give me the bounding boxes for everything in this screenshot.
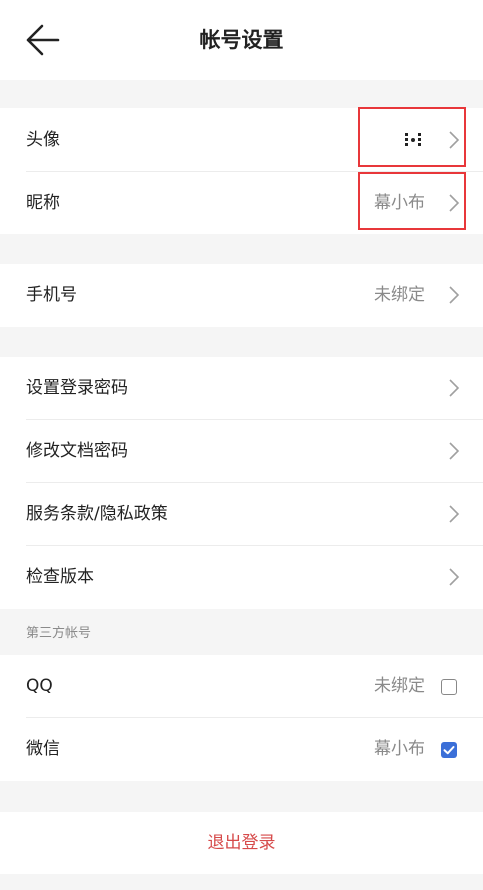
avatar-label: 头像 xyxy=(26,130,60,150)
terms-privacy-row[interactable]: 服务条款/隐私政策 xyxy=(0,483,483,546)
wechat-checkbox[interactable] xyxy=(441,742,457,758)
wechat-value: 幕小布 xyxy=(374,739,425,759)
third-party-section-title: 第三方帐号 xyxy=(26,626,92,641)
qq-value: 未绑定 xyxy=(374,676,425,696)
chevron-right-icon xyxy=(449,442,460,460)
terms-privacy-label: 服务条款/隐私政策 xyxy=(26,504,168,524)
change-doc-password-row[interactable]: 修改文档密码 xyxy=(0,420,483,483)
highlight-box xyxy=(358,172,466,230)
account-settings-page: 帐号设置 头像 昵称 幕小布 手机号 未绑定 设置登录密码 修改文档密码 服务条… xyxy=(0,0,483,890)
qq-row[interactable]: QQ 未绑定 xyxy=(0,655,483,718)
change-doc-password-label: 修改文档密码 xyxy=(26,441,128,461)
set-login-password-row[interactable]: 设置登录密码 xyxy=(0,357,483,420)
qq-label: QQ xyxy=(26,676,53,696)
qq-checkbox[interactable] xyxy=(441,679,457,695)
check-icon xyxy=(443,746,455,755)
phone-value: 未绑定 xyxy=(374,285,425,305)
chevron-right-icon xyxy=(449,568,460,586)
highlight-box xyxy=(358,107,466,167)
header: 帐号设置 xyxy=(0,0,483,80)
check-version-label: 检查版本 xyxy=(26,567,94,587)
logout-button[interactable]: 退出登录 xyxy=(0,812,483,874)
phone-row[interactable]: 手机号 未绑定 xyxy=(0,264,483,327)
phone-label: 手机号 xyxy=(26,285,77,305)
set-login-password-label: 设置登录密码 xyxy=(26,378,128,398)
chevron-right-icon xyxy=(449,505,460,523)
nickname-label: 昵称 xyxy=(26,193,60,213)
wechat-row[interactable]: 微信 幕小布 xyxy=(0,718,483,781)
wechat-label: 微信 xyxy=(26,739,60,759)
chevron-right-icon xyxy=(449,286,460,304)
page-title: 帐号设置 xyxy=(199,28,284,52)
check-version-row[interactable]: 检查版本 xyxy=(0,546,483,609)
chevron-right-icon xyxy=(449,379,460,397)
